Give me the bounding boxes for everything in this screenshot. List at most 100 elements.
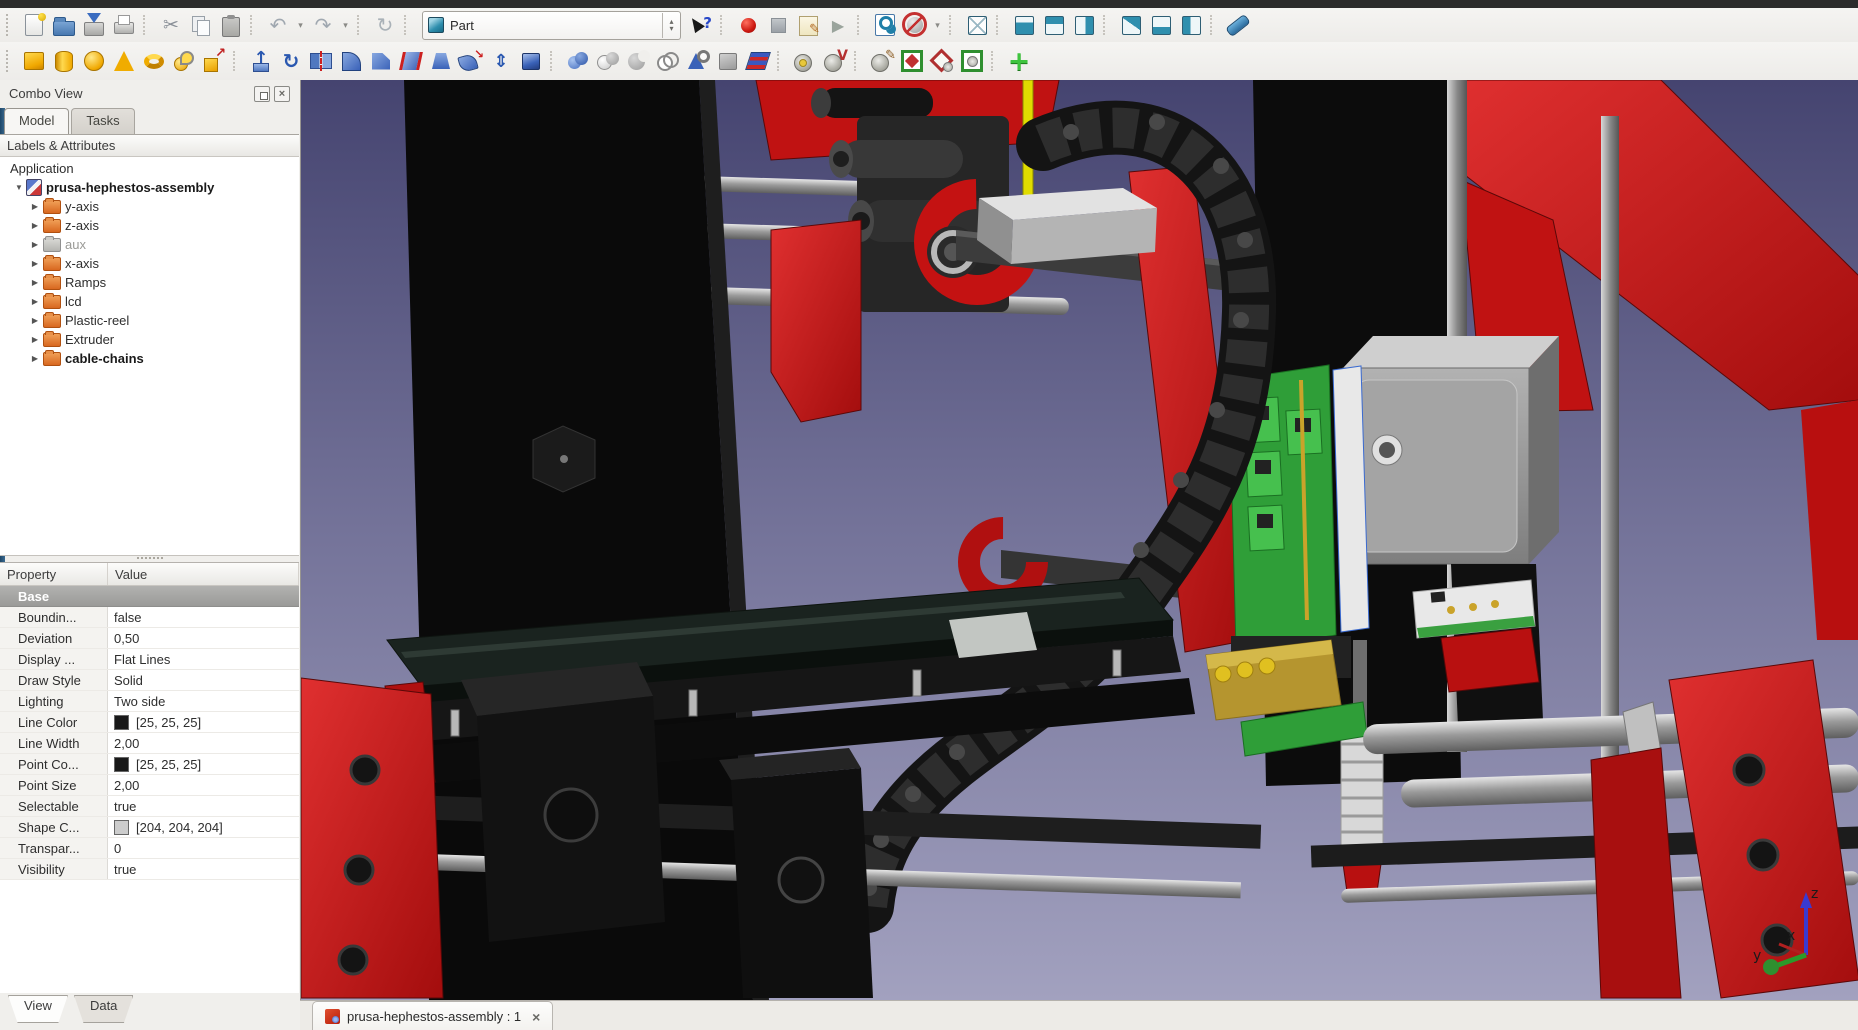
tree-column-header[interactable]: Labels & Attributes	[0, 135, 299, 157]
tree-row[interactable]: Application	[0, 159, 299, 178]
cone-icon[interactable]	[110, 47, 138, 75]
undo-icon[interactable]	[264, 11, 292, 39]
tree-row-aux[interactable]: ▶aux	[0, 235, 299, 254]
boolean-cut-icon[interactable]	[624, 47, 652, 75]
tree-row-cable-chains[interactable]: ▶cable-chains	[0, 349, 299, 368]
property-row[interactable]: Boundin...false	[0, 607, 299, 628]
tab-view[interactable]: View	[8, 995, 68, 1023]
tab-tasks[interactable]: Tasks	[71, 108, 134, 134]
collapse-arrow-icon[interactable]: ▶	[30, 335, 40, 344]
boolean-section-icon[interactable]	[654, 47, 682, 75]
expand-arrow-icon[interactable]: ▼	[14, 183, 24, 192]
collapse-arrow-icon[interactable]: ▶	[30, 202, 40, 211]
property-value[interactable]: Two side	[108, 691, 299, 711]
redo-icon[interactable]	[309, 11, 337, 39]
property-value[interactable]: false	[108, 607, 299, 627]
torus-icon[interactable]	[140, 47, 168, 75]
macro-play-icon[interactable]	[824, 11, 852, 39]
collapse-arrow-icon[interactable]: ▶	[30, 316, 40, 325]
macro-stop-icon[interactable]	[764, 11, 792, 39]
dropdown-arrow-icon[interactable]: ▾	[294, 12, 307, 38]
property-row[interactable]: Line Width2,00	[0, 733, 299, 754]
property-value[interactable]: Solid	[108, 670, 299, 690]
tree-row-Plastic-reel[interactable]: ▶Plastic-reel	[0, 311, 299, 330]
view-top-icon[interactable]	[1040, 11, 1068, 39]
view-right-icon[interactable]	[1070, 11, 1098, 39]
view-axonometric-icon[interactable]	[963, 11, 991, 39]
collapse-arrow-icon[interactable]: ▶	[30, 278, 40, 287]
save-file-icon[interactable]	[80, 11, 108, 39]
fillet-icon[interactable]	[337, 47, 365, 75]
check-geometry-icon[interactable]	[684, 47, 712, 75]
toolbar-drag-handle[interactable]	[6, 14, 15, 36]
extrude-icon[interactable]	[247, 47, 275, 75]
property-row[interactable]: Transpar...0	[0, 838, 299, 859]
zoom-fit-all-icon[interactable]	[871, 11, 899, 39]
boolean-union-icon[interactable]	[564, 47, 592, 75]
collapse-arrow-icon[interactable]: ▶	[30, 221, 40, 230]
tree-row-x-axis[interactable]: ▶x-axis	[0, 254, 299, 273]
workbench-spinner[interactable]: ▴▾	[662, 13, 680, 38]
3d-viewport[interactable]: z x y	[300, 80, 1858, 1000]
measure-toggle-delta-icon[interactable]	[958, 47, 986, 75]
panel-splitter[interactable]	[0, 554, 299, 562]
tree-row-lcd[interactable]: ▶lcd	[0, 292, 299, 311]
defeaturing-icon[interactable]	[714, 47, 742, 75]
document-tab[interactable]: prusa-hephestos-assembly : 1 ×	[312, 1001, 553, 1030]
chamfer-icon[interactable]	[367, 47, 395, 75]
macro-edit-icon[interactable]	[794, 11, 822, 39]
revolve-icon[interactable]	[277, 47, 305, 75]
property-row[interactable]: Point Size2,00	[0, 775, 299, 796]
view-front-icon[interactable]	[1010, 11, 1038, 39]
tree-row-Ramps[interactable]: ▶Ramps	[0, 273, 299, 292]
measure-toggle-3d-icon[interactable]	[928, 47, 956, 75]
workbench-selector[interactable]: Part▴▾	[422, 11, 681, 40]
offset-icon[interactable]	[487, 47, 515, 75]
tree-row-z-axis[interactable]: ▶z-axis	[0, 216, 299, 235]
value-column-header[interactable]: Value	[108, 563, 299, 585]
ruled-surface-icon[interactable]	[397, 47, 425, 75]
view-rear-icon[interactable]	[1117, 11, 1145, 39]
loft-icon[interactable]	[427, 47, 455, 75]
collapse-arrow-icon[interactable]: ▶	[30, 354, 40, 363]
view-bottom-icon[interactable]	[1147, 11, 1175, 39]
property-value[interactable]: 0,50	[108, 628, 299, 648]
tab-model[interactable]: Model	[4, 108, 69, 134]
property-column-header[interactable]: Property	[0, 563, 108, 585]
print-icon[interactable]	[110, 11, 138, 39]
dropdown-arrow-icon[interactable]: ▾	[339, 12, 352, 38]
property-row[interactable]: Line Color[25, 25, 25]	[0, 712, 299, 733]
box-icon[interactable]	[20, 47, 48, 75]
addon-plus-icon[interactable]	[1005, 47, 1033, 75]
sweep-icon[interactable]	[457, 47, 485, 75]
property-value[interactable]: [25, 25, 25]	[108, 754, 299, 774]
property-value[interactable]: [204, 204, 204]	[108, 817, 299, 837]
property-row[interactable]: LightingTwo side	[0, 691, 299, 712]
printer-model-scene[interactable]: z x y	[301, 80, 1858, 1000]
tree-row-y-axis[interactable]: ▶y-axis	[0, 197, 299, 216]
sphere-icon[interactable]	[80, 47, 108, 75]
property-row[interactable]: Display ...Flat Lines	[0, 649, 299, 670]
property-value[interactable]: 2,00	[108, 775, 299, 795]
measure-refresh-icon[interactable]	[868, 47, 896, 75]
cross-sections-icon[interactable]	[744, 47, 772, 75]
collapse-arrow-icon[interactable]: ▶	[30, 240, 40, 249]
property-row[interactable]: Selectabletrue	[0, 796, 299, 817]
property-row[interactable]: Visibilitytrue	[0, 859, 299, 880]
mirror-icon[interactable]	[307, 47, 335, 75]
thickness-icon[interactable]	[517, 47, 545, 75]
cylinder-icon[interactable]	[50, 47, 78, 75]
property-row[interactable]: Deviation0,50	[0, 628, 299, 649]
property-value[interactable]: true	[108, 796, 299, 816]
create-primitives-icon[interactable]	[170, 47, 198, 75]
property-value[interactable]: 2,00	[108, 733, 299, 753]
dropdown-arrow-icon[interactable]: ▾	[931, 12, 944, 38]
toolbar-drag-handle[interactable]	[6, 50, 15, 72]
property-value[interactable]: 0	[108, 838, 299, 858]
draw-style-icon[interactable]	[901, 11, 929, 39]
shape-builder-icon[interactable]	[200, 47, 228, 75]
property-value[interactable]: [25, 25, 25]	[108, 712, 299, 732]
collapse-arrow-icon[interactable]: ▶	[30, 259, 40, 268]
measure-toggle-all-icon[interactable]	[898, 47, 926, 75]
property-value[interactable]: true	[108, 859, 299, 879]
